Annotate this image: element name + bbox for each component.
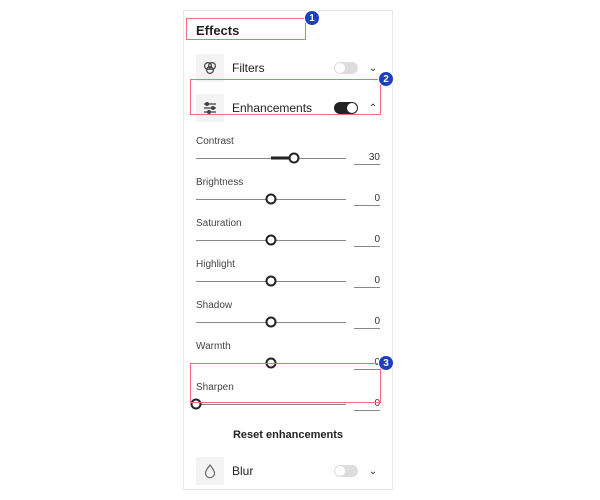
slider-contrast: Contrast 30: [196, 132, 380, 173]
effects-panel: Effects Filters ⌄ Enhancements ⌃ Contras…: [183, 10, 393, 490]
slider-label: Brightness: [196, 177, 380, 190]
slider-value[interactable]: 0: [354, 275, 380, 288]
filters-label: Filters: [232, 61, 326, 75]
slider-brightness: Brightness 0: [196, 173, 380, 214]
slider-sharpen: Sharpen 0: [196, 378, 380, 419]
blur-row[interactable]: Blur ⌄: [196, 451, 380, 490]
slider-track[interactable]: [196, 190, 346, 208]
expand-blur-icon[interactable]: ⌄: [366, 466, 380, 477]
slider-track[interactable]: [196, 354, 346, 372]
panel-title: Effects: [196, 19, 380, 48]
filters-icon: [196, 54, 224, 82]
slider-label: Contrast: [196, 136, 380, 149]
slider-value[interactable]: 30: [354, 152, 380, 165]
slider-value[interactable]: 0: [354, 316, 380, 329]
slider-value[interactable]: 0: [354, 398, 380, 411]
slider-thumb[interactable]: [266, 194, 277, 205]
slider-track[interactable]: [196, 395, 346, 413]
slider-thumb[interactable]: [266, 235, 277, 246]
slider-thumb[interactable]: [266, 317, 277, 328]
slider-value[interactable]: 0: [354, 193, 380, 206]
slider-track[interactable]: [196, 272, 346, 290]
slider-warmth: Warmth 0: [196, 337, 380, 378]
slider-track[interactable]: [196, 313, 346, 331]
slider-thumb[interactable]: [191, 399, 202, 410]
slider-highlight: Highlight 0: [196, 255, 380, 296]
slider-label: Saturation: [196, 218, 380, 231]
slider-value[interactable]: 0: [354, 357, 380, 370]
expand-filters-icon[interactable]: ⌄: [366, 63, 380, 74]
slider-thumb[interactable]: [266, 276, 277, 287]
enhancements-row[interactable]: Enhancements ⌃: [196, 88, 380, 128]
slider-shadow: Shadow 0: [196, 296, 380, 337]
slider-saturation: Saturation 0: [196, 214, 380, 255]
slider-track[interactable]: [196, 149, 346, 167]
filters-toggle[interactable]: [334, 62, 358, 74]
enhancements-label: Enhancements: [232, 101, 326, 115]
blur-toggle[interactable]: [334, 465, 358, 477]
enhancements-toggle[interactable]: [334, 102, 358, 114]
enhancements-icon: [196, 94, 224, 122]
slider-value[interactable]: 0: [354, 234, 380, 247]
slider-thumb[interactable]: [288, 153, 299, 164]
blur-icon: [196, 457, 224, 485]
slider-label: Highlight: [196, 259, 380, 272]
reset-enhancements-button[interactable]: Reset enhancements: [196, 421, 380, 451]
slider-label: Shadow: [196, 300, 380, 313]
slider-track[interactable]: [196, 231, 346, 249]
slider-thumb[interactable]: [266, 358, 277, 369]
filters-row[interactable]: Filters ⌄: [196, 48, 380, 88]
collapse-enhancements-icon[interactable]: ⌃: [366, 103, 380, 114]
slider-label: Sharpen: [196, 382, 380, 395]
slider-label: Warmth: [196, 341, 380, 354]
blur-label: Blur: [232, 464, 326, 478]
enhancements-sliders: Contrast30Brightness0Saturation0Highligh…: [196, 128, 380, 421]
